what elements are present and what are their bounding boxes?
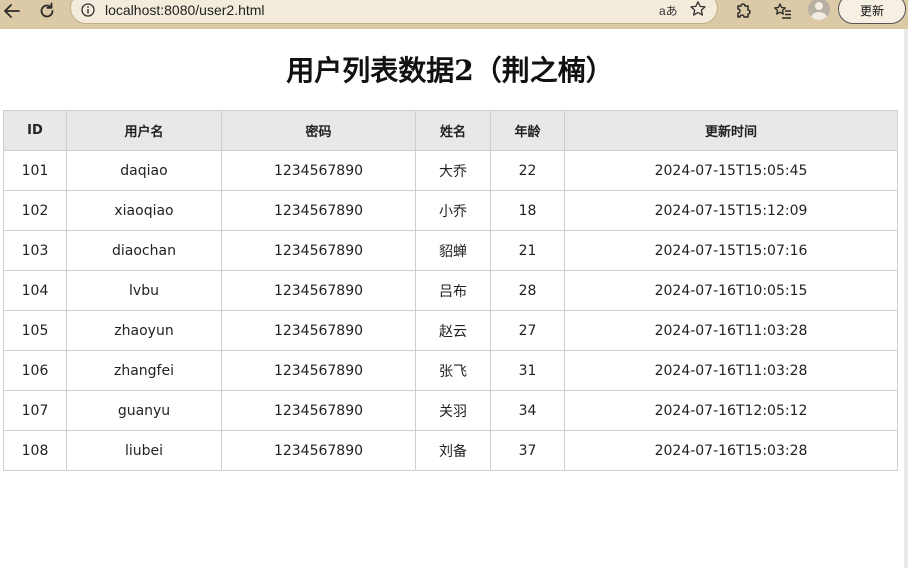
header-age: 年龄 — [490, 110, 565, 151]
cell-password: 1234567890 — [221, 430, 416, 471]
cell-age: 31 — [490, 350, 565, 391]
cell-password: 1234567890 — [221, 150, 416, 191]
cell-id: 101 — [3, 150, 67, 191]
cell-password: 1234567890 — [221, 310, 416, 351]
cell-name: 刘备 — [415, 430, 491, 471]
cell-id: 103 — [3, 230, 67, 271]
url-text[interactable]: localhost:8080/user2.html — [105, 2, 265, 18]
cell-name: 貂蝉 — [415, 230, 491, 271]
cell-id: 105 — [3, 310, 67, 351]
cell-age: 28 — [490, 270, 565, 311]
cell-username: zhangfei — [66, 350, 222, 391]
table-row: 103 diaochan 1234567890 貂蝉 21 2024-07-15… — [3, 230, 898, 271]
cell-password: 1234567890 — [221, 390, 416, 431]
table-row: 107 guanyu 1234567890 关羽 34 2024-07-16T1… — [3, 390, 898, 431]
cell-age: 27 — [490, 310, 565, 351]
extensions-icon[interactable] — [732, 0, 754, 22]
reload-icon[interactable] — [36, 0, 58, 22]
cell-password: 1234567890 — [221, 230, 416, 271]
table-row: 101 daqiao 1234567890 大乔 22 2024-07-15T1… — [3, 150, 898, 191]
browser-toolbar: localhost:8080/user2.html aあ 更新 — [0, 0, 908, 29]
read-aloud-icon[interactable]: aあ — [659, 2, 678, 19]
cell-password: 1234567890 — [221, 190, 416, 231]
cell-update-time: 2024-07-16T11:03:28 — [564, 350, 898, 391]
table-row: 102 xiaoqiao 1234567890 小乔 18 2024-07-15… — [3, 190, 898, 231]
cell-age: 21 — [490, 230, 565, 271]
cell-update-time: 2024-07-15T15:07:16 — [564, 230, 898, 271]
cell-name: 吕布 — [415, 270, 491, 311]
cell-username: diaochan — [66, 230, 222, 271]
cell-id: 107 — [3, 390, 67, 431]
cell-update-time: 2024-07-16T10:05:15 — [564, 270, 898, 311]
cell-password: 1234567890 — [221, 270, 416, 311]
cell-update-time: 2024-07-15T15:12:09 — [564, 190, 898, 231]
cell-name: 关羽 — [415, 390, 491, 431]
table-header-row: ID 用户名 密码 姓名 年龄 更新时间 — [3, 110, 898, 151]
favorites-icon[interactable] — [772, 0, 794, 22]
header-id: ID — [3, 110, 67, 151]
cell-update-time: 2024-07-15T15:05:45 — [564, 150, 898, 191]
cell-username: lvbu — [66, 270, 222, 311]
page-content: 用户列表数据2（荆之楠） ID 用户名 密码 姓名 年龄 更新时间 101 da… — [0, 29, 906, 568]
table-row: 105 zhaoyun 1234567890 赵云 27 2024-07-16T… — [3, 310, 898, 351]
page-title: 用户列表数据2（荆之楠） — [286, 54, 614, 87]
info-icon[interactable] — [81, 2, 95, 17]
cell-username: zhaoyun — [66, 310, 222, 351]
cell-update-time: 2024-07-16T15:03:28 — [564, 430, 898, 471]
cell-username: liubei — [66, 430, 222, 471]
table-row: 108 liubei 1234567890 刘备 37 2024-07-16T1… — [3, 430, 898, 471]
table-row: 104 lvbu 1234567890 吕布 28 2024-07-16T10:… — [3, 270, 898, 311]
cell-username: daqiao — [66, 150, 222, 191]
cell-id: 106 — [3, 350, 67, 391]
table-row: 106 zhangfei 1234567890 张飞 31 2024-07-16… — [3, 350, 898, 391]
header-username: 用户名 — [66, 110, 222, 151]
header-password: 密码 — [221, 110, 416, 151]
back-arrow-icon[interactable] — [1, 0, 23, 22]
cell-id: 104 — [3, 270, 67, 311]
header-name: 姓名 — [415, 110, 491, 151]
cell-username: guanyu — [66, 390, 222, 431]
profile-icon[interactable] — [808, 0, 830, 20]
cell-age: 18 — [490, 190, 565, 231]
cell-username: xiaoqiao — [66, 190, 222, 231]
cell-name: 大乔 — [415, 150, 491, 191]
cell-age: 22 — [490, 150, 565, 191]
cell-age: 37 — [490, 430, 565, 471]
update-button[interactable]: 更新 — [838, 0, 906, 24]
star-icon[interactable] — [689, 0, 707, 22]
cell-name: 赵云 — [415, 310, 491, 351]
scrollbar-track[interactable] — [904, 29, 908, 568]
cell-name: 小乔 — [415, 190, 491, 231]
header-update-time: 更新时间 — [564, 110, 898, 151]
cell-update-time: 2024-07-16T11:03:28 — [564, 310, 898, 351]
cell-update-time: 2024-07-16T12:05:12 — [564, 390, 898, 431]
cell-id: 108 — [3, 430, 67, 471]
users-table: ID 用户名 密码 姓名 年龄 更新时间 101 daqiao 12345678… — [3, 110, 898, 471]
cell-id: 102 — [3, 190, 67, 231]
address-bar[interactable]: localhost:8080/user2.html aあ — [70, 0, 718, 24]
cell-age: 34 — [490, 390, 565, 431]
cell-name: 张飞 — [415, 350, 491, 391]
cell-password: 1234567890 — [221, 350, 416, 391]
